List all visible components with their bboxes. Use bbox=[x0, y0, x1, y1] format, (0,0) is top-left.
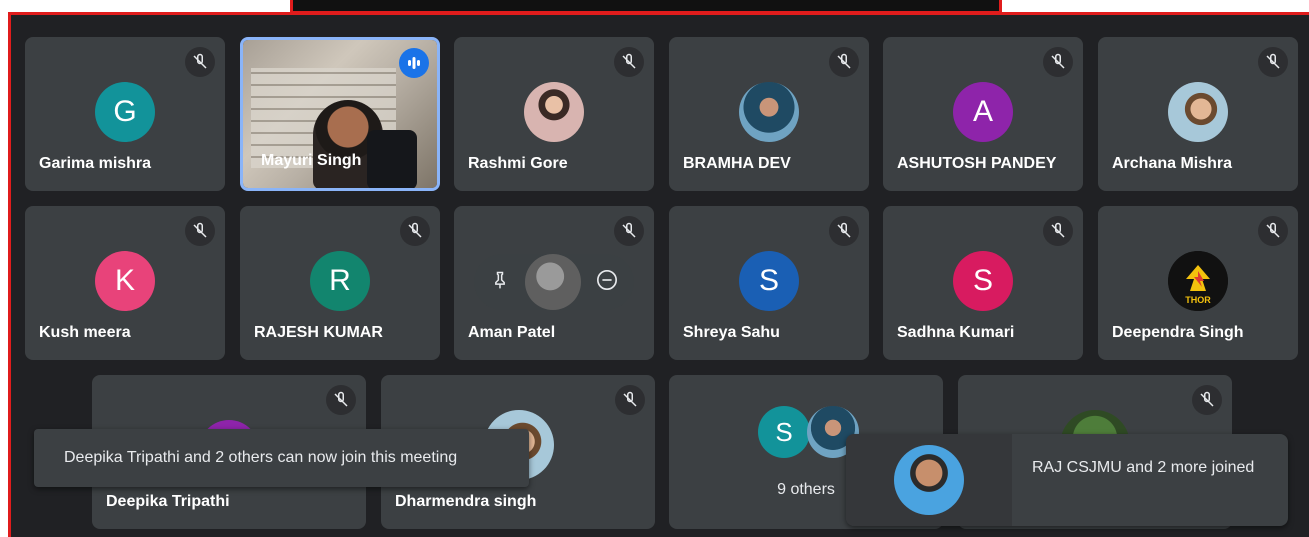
participant-tile[interactable]: BRAMHA DEV bbox=[669, 37, 869, 191]
avatar bbox=[739, 82, 799, 142]
avatar-initial: A bbox=[972, 95, 993, 128]
avatar: S bbox=[739, 251, 799, 311]
participant-name: BRAMHA DEV bbox=[683, 155, 791, 172]
participant-name: Deependra Singh bbox=[1112, 324, 1244, 341]
tile-hover-controls bbox=[474, 254, 634, 310]
avatar bbox=[894, 445, 964, 515]
avatar bbox=[1168, 82, 1228, 142]
mic-off-icon bbox=[614, 216, 644, 246]
joined-message: RAJ CSJMU and 2 more joined bbox=[1032, 459, 1255, 476]
participant-tile[interactable]: R RAJESH KUMAR bbox=[240, 206, 440, 360]
participant-name: ASHUTOSH PANDEY bbox=[897, 155, 1057, 172]
mic-off-icon bbox=[614, 47, 644, 77]
pin-icon[interactable] bbox=[490, 270, 510, 295]
avatar: G bbox=[95, 82, 155, 142]
joined-notification[interactable]: RAJ CSJMU and 2 more joined bbox=[846, 434, 1288, 526]
participant-tile[interactable]: A ASHUTOSH PANDEY bbox=[883, 37, 1083, 191]
participant-tile[interactable]: S Sadhna Kumari bbox=[883, 206, 1083, 360]
participant-name: Garima mishra bbox=[39, 155, 152, 172]
participant-name: RAJESH KUMAR bbox=[254, 324, 383, 341]
participant-tile[interactable]: S Shreya Sahu bbox=[669, 206, 869, 360]
toast-message: Deepika Tripathi and 2 others can now jo… bbox=[64, 449, 458, 466]
mic-off-icon bbox=[1043, 216, 1073, 246]
participant-name: Kush meera bbox=[39, 324, 131, 341]
avatar bbox=[524, 82, 584, 142]
participant-name: Deepika Tripathi bbox=[106, 493, 230, 510]
participant-name: Aman Patel bbox=[468, 324, 556, 341]
mic-off-icon bbox=[829, 216, 859, 246]
participant-tile-speaking[interactable]: Mayuri Singh bbox=[240, 37, 440, 191]
avatar bbox=[525, 254, 581, 310]
avatar: S bbox=[758, 406, 810, 458]
speaking-indicator-icon bbox=[399, 48, 429, 78]
avatar: R bbox=[310, 251, 370, 311]
thor-logo-icon: THOR bbox=[1168, 251, 1228, 311]
participant-tile[interactable]: Aman Patel bbox=[454, 206, 654, 360]
avatar-initial: S bbox=[972, 264, 993, 297]
avatar: S bbox=[953, 251, 1013, 311]
avatar: A bbox=[953, 82, 1013, 142]
mic-off-icon bbox=[1192, 385, 1222, 415]
avatar-initial: S bbox=[775, 416, 793, 447]
mic-off-icon bbox=[1258, 47, 1288, 77]
participant-name: Archana Mishra bbox=[1112, 155, 1233, 172]
participant-tile[interactable]: K Kush meera bbox=[25, 206, 225, 360]
avatar-initial: G bbox=[113, 95, 137, 128]
mic-off-icon bbox=[1043, 47, 1073, 77]
mic-off-icon bbox=[1258, 216, 1288, 246]
avatar-initial: R bbox=[329, 264, 351, 297]
participant-tile[interactable]: THOR Deependra Singh bbox=[1098, 206, 1298, 360]
mic-off-icon bbox=[400, 216, 430, 246]
participant-name: Dharmendra singh bbox=[395, 493, 537, 510]
participant-name: Mayuri Singh bbox=[261, 152, 362, 169]
avatar: K bbox=[95, 251, 155, 311]
mic-off-icon bbox=[326, 385, 356, 415]
participant-tile[interactable]: Archana Mishra bbox=[1098, 37, 1298, 191]
mic-off-icon bbox=[829, 47, 859, 77]
remove-icon[interactable] bbox=[596, 269, 618, 296]
avatar-initial: S bbox=[758, 264, 779, 297]
mic-off-icon bbox=[185, 216, 215, 246]
participant-tile[interactable]: Rashmi Gore bbox=[454, 37, 654, 191]
avatar-initial: K bbox=[114, 264, 135, 297]
thor-logo-text: THOR bbox=[1185, 295, 1211, 305]
participant-tile[interactable]: G Garima mishra bbox=[25, 37, 225, 191]
notification-avatar-area bbox=[846, 434, 1012, 526]
participant-name: Shreya Sahu bbox=[683, 324, 780, 341]
participant-name: Sadhna Kumari bbox=[897, 324, 1015, 341]
join-permission-toast: Deepika Tripathi and 2 others can now jo… bbox=[34, 429, 529, 487]
participant-name: Rashmi Gore bbox=[468, 155, 568, 172]
mic-off-icon bbox=[185, 47, 215, 77]
mic-off-icon bbox=[615, 385, 645, 415]
